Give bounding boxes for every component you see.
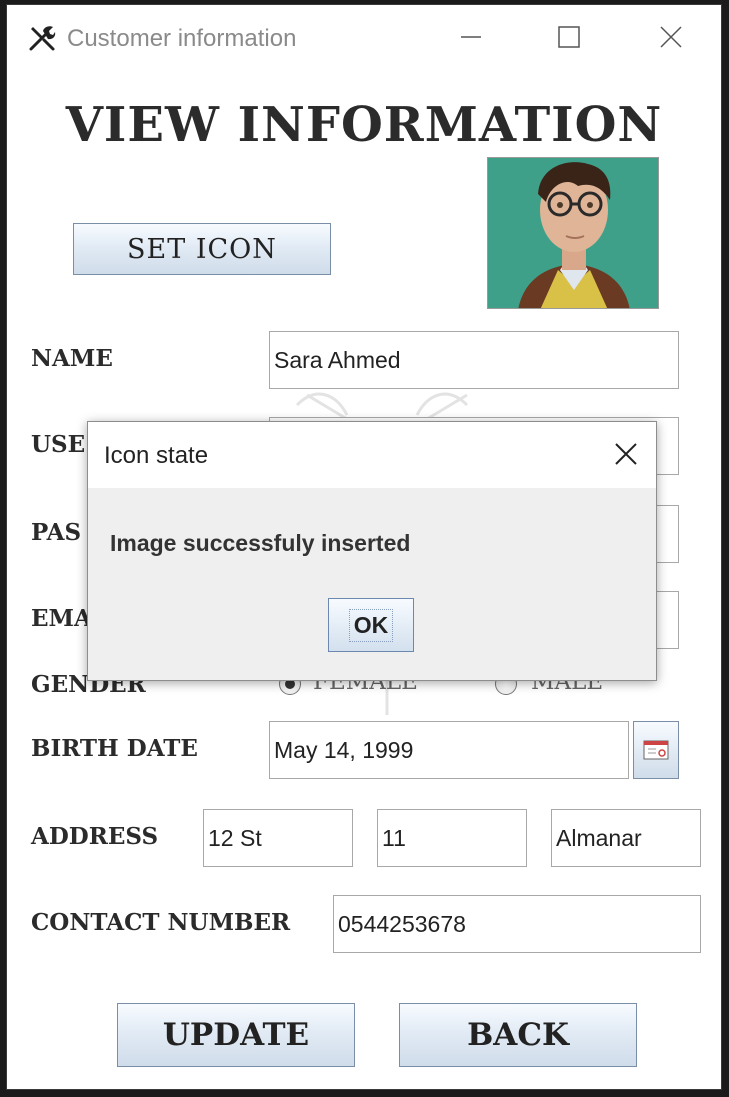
page-title: VIEW INFORMATION — [65, 97, 663, 153]
minimize-button[interactable] — [447, 17, 495, 57]
ok-button[interactable]: OK — [328, 598, 414, 652]
address-label: ADDRESS — [31, 823, 159, 850]
name-label: NAME — [31, 345, 113, 372]
birth-date-field[interactable]: May 14, 1999 — [269, 721, 629, 779]
maximize-icon — [558, 26, 580, 48]
username-label: USE — [31, 431, 86, 458]
contact-number-field[interactable]: 0544253678 — [333, 895, 701, 953]
ok-button-label: OK — [348, 608, 394, 642]
title-bar: Customer information — [7, 5, 721, 69]
window-title: Customer information — [67, 25, 297, 52]
calendar-icon — [643, 740, 669, 760]
close-button[interactable] — [647, 17, 695, 57]
tools-icon — [27, 23, 57, 53]
dialog-message: Image successfuly inserted — [110, 530, 411, 556]
address-number-field[interactable]: 11 — [377, 809, 527, 867]
name-field[interactable]: Sara Ahmed — [269, 331, 679, 389]
address-area-field[interactable]: Almanar — [551, 809, 701, 867]
dialog-close-button[interactable] — [602, 432, 650, 476]
contact-number-label: CONTACT NUMBER — [31, 909, 291, 936]
maximize-button[interactable] — [545, 17, 593, 57]
icon-state-dialog: Icon state Image successfuly inserted OK — [87, 421, 657, 681]
password-label: PAS — [31, 519, 82, 546]
close-icon — [615, 443, 637, 465]
close-icon — [660, 26, 682, 48]
set-icon-button[interactable]: SET ICON — [73, 223, 331, 275]
dialog-title: Icon state — [104, 442, 209, 469]
calendar-button[interactable] — [633, 721, 679, 779]
back-button[interactable]: BACK — [399, 1003, 637, 1067]
update-button[interactable]: UPDATE — [117, 1003, 355, 1067]
address-street-field[interactable]: 12 St — [203, 809, 353, 867]
email-label: EMA — [31, 605, 92, 632]
customer-photo — [487, 157, 659, 309]
minimize-icon — [461, 36, 481, 38]
dialog-title-bar: Icon state — [88, 422, 656, 488]
customer-information-window: Customer information VIEW INFORMATION SE… — [6, 4, 722, 1090]
birth-date-label: BIRTH DATE — [31, 735, 198, 762]
